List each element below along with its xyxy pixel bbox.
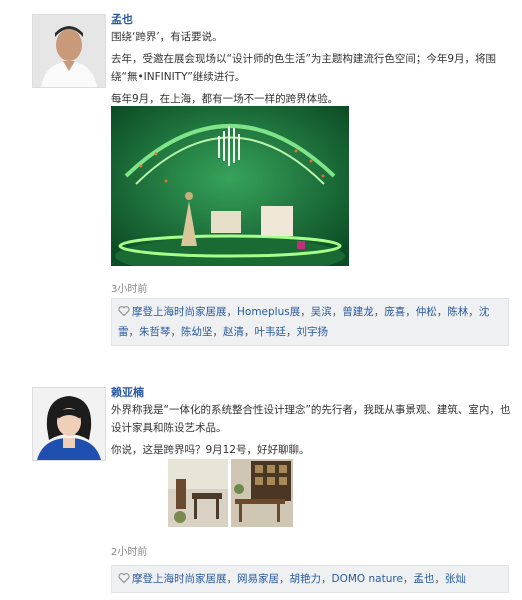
post-1: 孟也 围绕‘跨界’，有话要说。 去年，受邀在展会现场以“设计师的色生活”为主题构… xyxy=(0,0,522,350)
separator: ， xyxy=(170,326,182,338)
separator: ， xyxy=(286,326,297,338)
separator: ， xyxy=(468,306,479,318)
tag-link[interactable]: 陈幼坚 xyxy=(181,326,213,338)
tag-link[interactable]: 曾建龙 xyxy=(342,306,374,318)
tag-link[interactable]: 仲松 xyxy=(416,306,437,318)
separator: ， xyxy=(244,326,255,338)
separator: ， xyxy=(436,306,448,318)
post-text: 去年，受邀在展会现场以“设计师的色生活”为主题构建流行色空间；今年9月，将围绕“… xyxy=(111,53,497,83)
tag-link[interactable]: 赵清 xyxy=(223,326,244,338)
separator: ， xyxy=(226,573,238,585)
tag-link[interactable]: 摩登上海时尚家居展 xyxy=(132,306,227,318)
tag-link[interactable]: 陈林 xyxy=(447,306,468,318)
post-photo[interactable] xyxy=(111,106,349,266)
timestamp: 3小时前 xyxy=(111,284,148,295)
tag-link[interactable]: 摩登上海时尚家居展 xyxy=(132,573,227,585)
avatar[interactable] xyxy=(32,387,106,461)
tag-list: 摩登上海时尚家居展，网易家居，胡艳力，DOMO nature，孟也，张灿 xyxy=(111,565,509,593)
tag-list: 摩登上海时尚家居展，Homeplus展，吴滨，曾建龙，庞喜，仲松，陈林，沈雷，朱… xyxy=(111,298,509,346)
tag-link[interactable]: 朱哲琴 xyxy=(139,326,171,338)
tag-link[interactable]: 刘宇扬 xyxy=(297,326,329,338)
separator: ， xyxy=(300,306,311,318)
separator: ， xyxy=(279,573,290,585)
tag-link[interactable]: DOMO nature xyxy=(332,573,403,585)
tag-link[interactable]: 庞喜 xyxy=(384,306,405,318)
post-text: 外界称我是“一体化的系统整合性设计理念”的先行者，我既从事景观、建筑、室内，也设… xyxy=(111,404,511,434)
like-icon[interactable] xyxy=(118,572,130,584)
separator: ， xyxy=(434,573,445,585)
tag-link[interactable]: 胡艳力 xyxy=(290,573,322,585)
author-name[interactable]: 赖亚楠 xyxy=(111,385,511,401)
like-icon[interactable] xyxy=(118,305,130,317)
tag-link[interactable]: Homeplus展 xyxy=(237,306,300,318)
separator: ， xyxy=(321,573,332,585)
post-photo[interactable] xyxy=(168,459,228,527)
tag-link[interactable]: 张灿 xyxy=(445,573,466,585)
separator: ， xyxy=(212,326,224,338)
post-2: 赖亚楠 外界称我是“一体化的系统整合性设计理念”的先行者，我既从事景观、建筑、室… xyxy=(0,375,522,600)
post-photo[interactable] xyxy=(231,459,293,527)
separator: ， xyxy=(373,306,385,318)
separator: ， xyxy=(405,306,416,318)
tag-link[interactable]: 网易家居 xyxy=(237,573,279,585)
author-name[interactable]: 孟也 xyxy=(111,12,511,28)
tag-link[interactable]: 孟也 xyxy=(413,573,434,585)
avatar[interactable] xyxy=(32,14,106,88)
post-text: 围绕‘跨界’，有话要说。 xyxy=(111,31,223,43)
post-text: 你说，这是跨界吗？9月12号，好好聊聊。 xyxy=(111,444,310,456)
timestamp: 2小时前 xyxy=(111,547,148,558)
tag-link[interactable]: 叶韦廷 xyxy=(255,326,287,338)
tag-link[interactable]: 吴滨 xyxy=(311,306,332,318)
separator: ， xyxy=(331,306,343,318)
separator: ， xyxy=(128,326,140,338)
separator: ， xyxy=(226,306,238,318)
separator: ， xyxy=(402,573,414,585)
